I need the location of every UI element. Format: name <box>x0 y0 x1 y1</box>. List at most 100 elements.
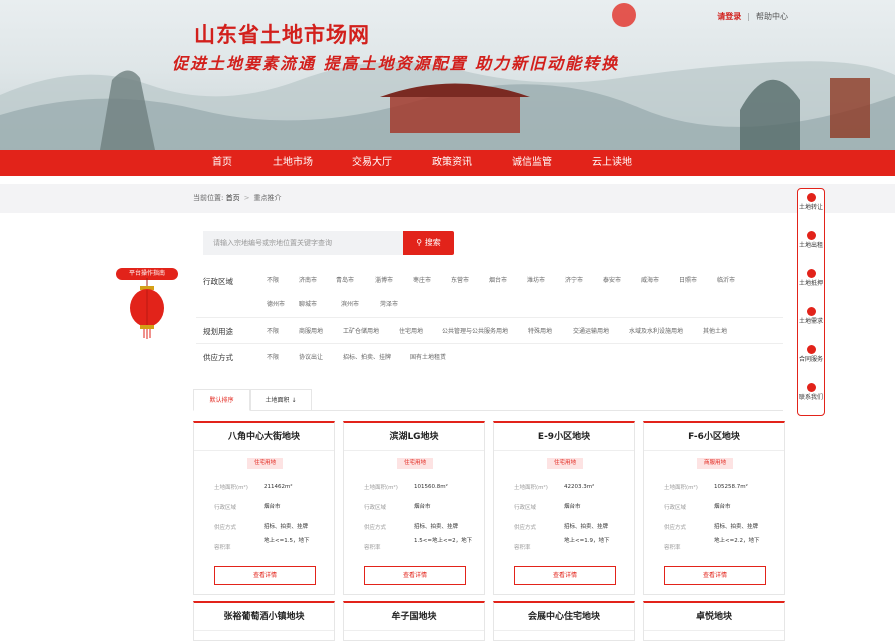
filter-option[interactable]: 济宁市 <box>565 275 583 284</box>
tab-area-sort[interactable]: 土地面积 ↓ <box>250 389 312 411</box>
land-card[interactable]: 卓悦地块 <box>643 601 785 641</box>
filter-option[interactable]: 济南市 <box>299 275 317 284</box>
land-card[interactable]: F-6小区地块 商服用地 土地面积(m²) 105258.7m² 行政区域 烟台… <box>643 421 785 595</box>
header-banner: 山东省土地市场网 促进土地要素流通 提高土地资源配置 助力新旧动能转换 请登录 |… <box>0 0 895 150</box>
supply-value: 招标、拍卖、挂牌 <box>264 524 309 530</box>
ratio-label: 容积率 <box>664 545 681 551</box>
filter-option[interactable]: 不限 <box>267 326 279 335</box>
filter-option[interactable]: 其他土地 <box>703 326 727 335</box>
filter-option[interactable]: 招标、拍卖、挂牌 <box>343 352 391 361</box>
ratio-label: 容积率 <box>514 545 531 551</box>
site-title: 山东省土地市场网 <box>194 23 370 47</box>
nav-cloud-land[interactable]: 云上读地 <box>592 150 632 176</box>
demand-icon <box>806 307 816 316</box>
ratio-label: 容积率 <box>214 545 231 551</box>
nav-credit-supervision[interactable]: 诚信监管 <box>512 150 552 176</box>
nav-home[interactable]: 首页 <box>212 150 232 176</box>
card-title[interactable]: E-9小区地块 <box>494 423 634 451</box>
area-value: 42203.3m² <box>564 484 595 490</box>
land-card[interactable]: 八角中心大街地块 住宅用地 土地面积(m²) 211462m² 行政区域 烟台市… <box>193 421 335 595</box>
filter-option[interactable]: 国有土地租赁 <box>410 352 446 361</box>
land-card[interactable]: E-9小区地块 住宅用地 土地面积(m²) 42203.3m² 行政区域 烟台市… <box>493 421 635 595</box>
filter-option[interactable]: 工矿仓储用地 <box>343 326 379 335</box>
card-title[interactable]: 滨湖LG地块 <box>344 423 484 451</box>
filter-option[interactable]: 威海市 <box>641 275 659 284</box>
land-card[interactable]: 滨湖LG地块 住宅用地 土地面积(m²) 101560.8m² 行政区域 烟台市… <box>343 421 485 595</box>
filter-option[interactable]: 临沂市 <box>717 275 735 284</box>
area-value: 211462m² <box>264 484 293 490</box>
card-title[interactable]: 八角中心大街地块 <box>194 423 334 451</box>
usage-badge: 住宅用地 <box>247 458 283 469</box>
filter-option[interactable]: 泰安市 <box>603 275 621 284</box>
side-item-contact-us[interactable]: 联系我们 <box>798 383 824 402</box>
card-title[interactable]: 张裕葡萄酒小镇地块 <box>194 603 334 631</box>
view-detail-button[interactable]: 查看详情 <box>514 566 616 585</box>
filter-option[interactable]: 淄博市 <box>375 275 393 284</box>
filter-option[interactable]: 公共管理与公共服务用地 <box>442 326 508 335</box>
card-title[interactable]: 会展中心住宅地块 <box>494 603 634 631</box>
region-value: 烟台市 <box>264 504 281 510</box>
region-value: 烟台市 <box>414 504 431 510</box>
filter-supply-label: 供应方式 <box>203 353 233 362</box>
filter-option[interactable]: 水域及水利设施用地 <box>629 326 683 335</box>
side-item-land-rent[interactable]: 土地出租 <box>798 231 824 250</box>
side-item-land-transfer[interactable]: 土地转让 <box>798 193 824 212</box>
ratio-value: 地上<=2.2，地下 <box>714 538 760 544</box>
filter-usage: 规划用途 不限 商服用地 工矿仓储用地 住宅用地 公共管理与公共服务用地 特殊用… <box>196 318 783 344</box>
card-title[interactable]: 牟子国地块 <box>344 603 484 631</box>
login-link[interactable]: 请登录 <box>717 12 741 21</box>
side-item-land-mortgage[interactable]: 土地抵押 <box>798 269 824 288</box>
usage-badge: 商服用地 <box>697 458 733 469</box>
filter-option[interactable]: 滨州市 <box>341 299 359 308</box>
help-center-link[interactable]: 帮助中心 <box>756 12 788 21</box>
top-links: 请登录 | 帮助中心 <box>717 12 788 21</box>
filter-option[interactable]: 枣庄市 <box>413 275 431 284</box>
landscape-illustration <box>0 3 895 150</box>
nav-policy-news[interactable]: 政策资讯 <box>432 150 472 176</box>
filter-option[interactable]: 聊城市 <box>299 299 317 308</box>
platform-guide[interactable]: 平台操作指南 <box>116 268 178 339</box>
filter-option[interactable]: 商服用地 <box>299 326 323 335</box>
filter-option[interactable]: 不限 <box>267 275 279 284</box>
lantern-icon <box>130 278 164 339</box>
filter-option[interactable]: 潍坊市 <box>527 275 545 284</box>
side-item-land-demand[interactable]: 土地需求 <box>798 307 824 326</box>
filter-option[interactable]: 住宅用地 <box>399 326 423 335</box>
region-label: 行政区域 <box>664 505 687 511</box>
filter-option[interactable]: 菏泽市 <box>380 299 398 308</box>
card-title[interactable]: 卓悦地块 <box>644 603 784 631</box>
land-card[interactable]: 牟子国地块 <box>343 601 485 641</box>
side-item-contract-service[interactable]: 合同服务 <box>798 345 824 364</box>
view-detail-button[interactable]: 查看详情 <box>664 566 766 585</box>
filter-region: 行政区域 不限 济南市 青岛市 淄博市 枣庄市 东营市 烟台市 潍坊市 济宁市 … <box>196 266 783 318</box>
filter-option[interactable]: 交通运输用地 <box>573 326 609 335</box>
supply-value: 招标、拍卖、挂牌 <box>414 524 459 530</box>
breadcrumb-chevron-icon: > <box>243 194 250 202</box>
filter-option[interactable]: 青岛市 <box>336 275 354 284</box>
filter-option[interactable]: 协议出让 <box>299 352 323 361</box>
filter-option[interactable]: 日照市 <box>679 275 697 284</box>
filter-option[interactable]: 不限 <box>267 352 279 361</box>
area-label: 土地面积(m²) <box>364 485 398 491</box>
land-card[interactable]: 会展中心住宅地块 <box>493 601 635 641</box>
nav-land-market[interactable]: 土地市场 <box>273 150 313 176</box>
view-detail-button[interactable]: 查看详情 <box>364 566 466 585</box>
search-input[interactable]: 请输入宗地编号或宗地位置关键字查询 <box>203 231 403 255</box>
region-label: 行政区域 <box>514 505 537 511</box>
land-card[interactable]: 张裕葡萄酒小镇地块 <box>193 601 335 641</box>
region-label: 行政区域 <box>364 505 387 511</box>
breadcrumb-home[interactable]: 首页 <box>226 194 240 202</box>
contract-icon <box>806 345 816 354</box>
tab-default-sort[interactable]: 默认排序 <box>193 389 250 411</box>
nav-trading-hall[interactable]: 交易大厅 <box>352 150 392 176</box>
filter-option[interactable]: 东营市 <box>451 275 469 284</box>
filter-option[interactable]: 特殊用地 <box>528 326 552 335</box>
ratio-value: 地上<=1.9，地下 <box>564 538 610 544</box>
area-label: 土地面积(m²) <box>514 485 548 491</box>
filter-option[interactable]: 德州市 <box>267 299 285 308</box>
ratio-label: 容积率 <box>364 545 381 551</box>
filter-option[interactable]: 烟台市 <box>489 275 507 284</box>
card-title[interactable]: F-6小区地块 <box>644 423 784 451</box>
search-button[interactable]: ⚲ 搜索 <box>403 231 454 255</box>
view-detail-button[interactable]: 查看详情 <box>214 566 316 585</box>
